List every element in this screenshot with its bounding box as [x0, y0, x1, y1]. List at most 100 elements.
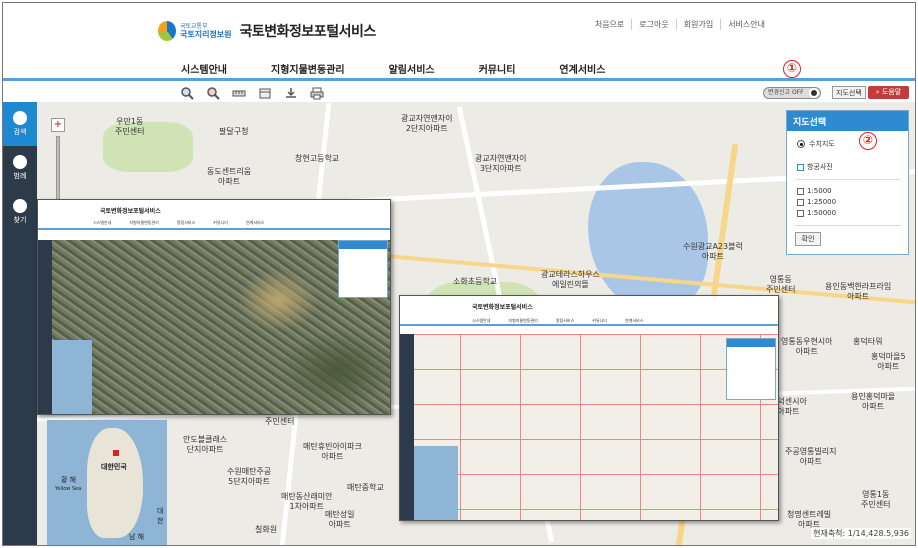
poi-label: 청명센트레빌 아파트 [787, 510, 832, 529]
map-view[interactable]: 우만1동 주민센터 팔달구청 동도센트리움 아파트 창현고등학교 광교자연앤자이 2단… [3, 102, 915, 545]
site-logo[interactable]: 국토교통부 국토지리정보원 국토변화정보포털서비스 [158, 21, 376, 41]
scale-label: 1:25000 [807, 198, 837, 206]
zoom-plus-button[interactable]: + [51, 118, 65, 132]
poi-label: 우만1동 주민센터 [115, 117, 145, 136]
scale-option-25000[interactable]: 1:25000 [797, 198, 836, 206]
zoom-slider[interactable] [56, 136, 60, 206]
map-select-title: 지도선택 [787, 111, 908, 131]
mini-nav-item: 커뮤니티 [213, 220, 228, 225]
main-nav: 시스템안내 지형지물변동관리 알림서비스 커뮤니티 연계서비스 [181, 61, 649, 76]
nav-notification[interactable]: 알림서비스 [389, 61, 435, 76]
print-icon[interactable] [308, 86, 325, 100]
mini-nav-item: 알림서비스 [555, 318, 575, 323]
change-report-toggle[interactable]: 변경신고 OFF [763, 87, 821, 99]
nav-community[interactable]: 커뮤니티 [479, 61, 516, 76]
grid-map-screenshot: 국토변화정보포털서비스 시스템안내 지형지물변동관리 알림서비스 커뮤니티 연계… [399, 295, 779, 521]
help-button[interactable]: ⌕ 도움말 [868, 86, 909, 99]
measure-distance-icon[interactable] [230, 86, 247, 100]
mini-overview-map [52, 340, 92, 414]
mini-nav-item: 커뮤니티 [592, 318, 607, 323]
measure-area-icon[interactable] [256, 86, 273, 100]
poi-label: 홍덕마을5 아파트 [871, 352, 906, 371]
util-link-join[interactable]: 회원가입 [675, 19, 720, 30]
checkbox-icon [797, 209, 804, 217]
current-location-marker-icon [113, 450, 119, 456]
east-label: 대 한 [157, 507, 164, 525]
south-sea-label: 남 해 [129, 533, 145, 541]
divider [795, 225, 901, 226]
option-digital-map[interactable]: 수치지도 [797, 139, 835, 149]
side-item-search[interactable]: 검색 [3, 102, 37, 146]
zoom-in-icon[interactable] [178, 86, 195, 100]
mini-side-panel [38, 240, 52, 414]
nav-feature-change[interactable]: 지형지물변동관리 [271, 61, 345, 76]
poi-label: 홍덕타워 [853, 337, 883, 346]
map-select-button[interactable]: 지도선택 [832, 86, 866, 99]
scale-option-5000[interactable]: 1:5000 [797, 187, 832, 195]
mini-overview-map [414, 446, 458, 520]
util-link-home[interactable]: 처음으로 [588, 19, 631, 30]
poi-label: 매탄동산래미안 1차아파트 [281, 492, 333, 511]
annotation-marker-2: ② [859, 132, 877, 150]
poi-label: 매탄성일 아파트 [325, 510, 355, 529]
poi-label: 용인홍덕마을 아파트 [851, 392, 896, 411]
divider [795, 179, 901, 180]
help-search-icon: ⌕ [875, 88, 880, 96]
overview-map[interactable]: 대한민국 황 해 Yellow Sea 남 해 대 한 [47, 420, 167, 545]
map-tools [178, 86, 334, 100]
side-item-find[interactable]: 찾기 [3, 190, 37, 234]
side-item-legend[interactable]: 범례 [3, 146, 37, 190]
mini-nav-item: 연계서비스 [625, 318, 644, 323]
side-item-label: 검색 [13, 128, 27, 136]
scale-option-50000[interactable]: 1:50000 [797, 209, 836, 217]
checkbox-icon [797, 163, 804, 171]
poi-label: 매탄휴빈아이파크 아파트 [303, 442, 362, 461]
current-scale: 현재축척: 1/14,428.5,936 [811, 528, 911, 539]
confirm-button[interactable]: 확인 [795, 232, 821, 246]
logo-mark-icon [158, 21, 176, 41]
side-item-label: 범례 [13, 172, 27, 180]
mini-header: 국토변화정보포털서비스 시스템안내 지형지물변동관리 알림서비스 커뮤니티 연계… [400, 296, 778, 326]
yellow-sea-en-label: Yellow Sea [55, 486, 82, 492]
poi-label: 팔달구청 [219, 127, 249, 136]
util-link-service-info[interactable]: 서비스안내 [720, 19, 772, 30]
site-header: 국토교통부 국토지리정보원 국토변화정보포털서비스 처음으로 로그아웃 회원가입… [3, 3, 915, 81]
mini-map-select-panel [726, 338, 776, 400]
zoom-out-icon[interactable] [204, 86, 221, 100]
option-label: 수치지도 [809, 140, 835, 148]
side-panel: 검색 범례 찾기 [3, 102, 37, 545]
find-icon [13, 199, 27, 213]
poi-label: 창현고등학교 [295, 154, 340, 163]
poi-label: 수원광교A23블럭 아파트 [683, 242, 743, 261]
mini-nav-item: 알림서비스 [176, 220, 196, 225]
mini-site-title: 국토변화정보포털서비스 [472, 304, 533, 311]
mini-nav-item: 시스템안내 [472, 318, 491, 323]
nav-system-info[interactable]: 시스템안내 [181, 61, 227, 76]
mini-nav-item: 시스템안내 [93, 220, 112, 225]
toggle-label: 변경신고 OFF [768, 89, 804, 96]
korea-label: 대한민국 [101, 463, 127, 471]
checkbox-icon [797, 187, 804, 195]
nav-linked-service[interactable]: 연계서비스 [559, 61, 605, 76]
download-icon[interactable] [282, 86, 299, 100]
utility-links: 처음으로 로그아웃 회원가입 서비스안내 [588, 19, 772, 30]
util-link-logout[interactable]: 로그아웃 [631, 19, 675, 30]
map-toolbar: 변경신고 OFF 지도선택 ⌕ 도움말 [3, 84, 915, 102]
annotation-marker-1: ① [783, 60, 801, 78]
mini-side-panel [400, 334, 414, 520]
radio-icon [797, 140, 805, 148]
poi-label: 매탄중학교 [347, 483, 384, 492]
poi-label: 안도블클래스 단지아파트 [183, 435, 228, 454]
poi-label: 용인동백한라프라임 아파트 [825, 282, 892, 301]
poi-label: 동도센트리움 아파트 [207, 167, 252, 186]
logo-org-name: 국토지리정보원 [180, 30, 232, 39]
option-aerial-photo[interactable]: 항공사진 [797, 162, 833, 172]
korea-landmass [87, 428, 143, 538]
mini-nav-item: 연계서비스 [246, 220, 265, 225]
poi-label: 주공영통빌리지 아파트 [785, 447, 837, 466]
scale-label: 1:5000 [807, 187, 832, 195]
scale-label: 1:50000 [807, 209, 837, 217]
help-label: 도움말 [881, 88, 902, 96]
search-icon [13, 111, 27, 125]
mini-nav: 시스템안내 지형지물변동관리 알림서비스 커뮤니티 연계서비스 [472, 318, 661, 324]
